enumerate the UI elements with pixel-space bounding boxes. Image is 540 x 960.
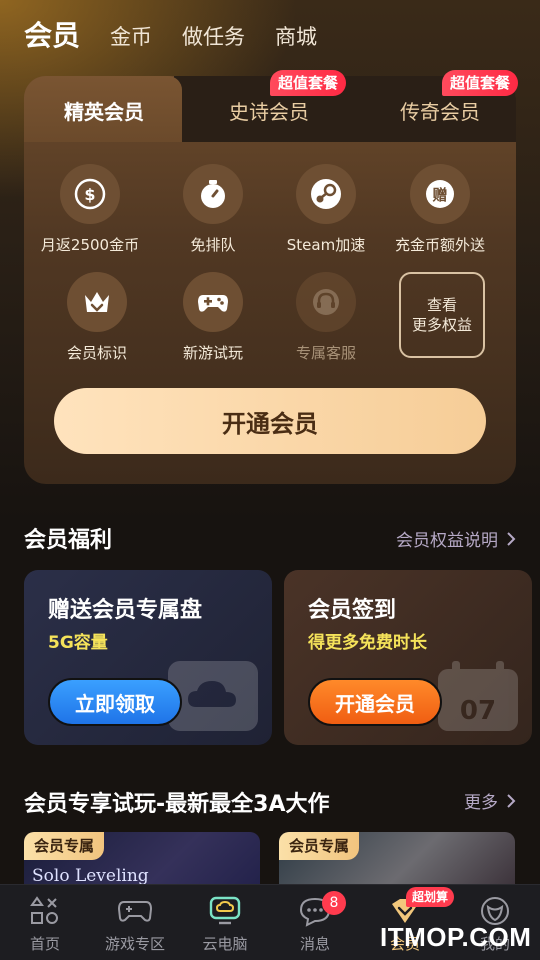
benefits-explanation-link[interactable]: 会员权益说明: [396, 526, 516, 551]
claim-now-button[interactable]: 立即领取: [48, 678, 182, 726]
watermark-text: ITMOP.COM: [380, 922, 532, 952]
membership-card: 精英会员 史诗会员 传奇会员 $ 月返2500金币 免排队 Steam加速 赠: [24, 76, 516, 484]
open-membership-button[interactable]: 开通会员: [54, 388, 486, 454]
member-exclusive-tag: 会员专属: [24, 832, 105, 860]
svg-text:07: 07: [460, 696, 496, 726]
benefit-bonus-coins[interactable]: 赠 充金币额外送: [382, 164, 498, 255]
gamepad-icon: [183, 272, 243, 332]
headset-icon: [296, 272, 356, 332]
nav-games[interactable]: 游戏专区: [90, 893, 180, 954]
crown-icon: [67, 272, 127, 332]
cloud-icon: [168, 661, 258, 731]
stopwatch-icon: [183, 164, 243, 224]
steam-icon: [296, 164, 356, 224]
nav-home[interactable]: 首页: [0, 893, 90, 954]
welfare-card-disk: 赠送会员专属盘 5G容量 立即领取: [24, 570, 272, 745]
gamepad-icon: [90, 893, 180, 929]
more-games-link[interactable]: 更多: [464, 788, 516, 813]
trial-title: 会员专享试玩-最新最全3A大作: [24, 792, 330, 817]
gift-coin-icon: 赠: [410, 164, 470, 224]
chat-icon: [270, 893, 360, 929]
message-count-badge: 8: [322, 891, 346, 915]
svg-text:赠: 赠: [432, 186, 447, 204]
top-tab-coins[interactable]: 金币: [110, 21, 152, 54]
benefit-monthly-coins[interactable]: $ 月返2500金币: [32, 164, 148, 255]
welfare-card-title: 会员签到: [308, 598, 397, 623]
nav-messages[interactable]: 8 消息: [270, 891, 360, 954]
welfare-card-subtitle: 得更多免费时长: [308, 633, 427, 653]
more-benefits-button[interactable]: 查看 更多权益: [399, 272, 485, 358]
chevron-right-icon: [507, 793, 516, 808]
deal-badge: 超划算: [406, 887, 455, 907]
benefit-member-badge[interactable]: 会员标识: [39, 272, 155, 363]
open-membership-checkin-button[interactable]: 开通会员: [308, 678, 442, 726]
welfare-card-subtitle: 5G容量: [48, 633, 108, 653]
game-card-2[interactable]: 会员专属: [279, 832, 515, 892]
tab-epic[interactable]: 史诗会员: [229, 96, 309, 125]
welfare-title: 会员福利: [24, 528, 113, 553]
welfare-card-title: 赠送会员专属盘: [48, 598, 203, 623]
nav-cloud-pc[interactable]: 云电脑: [180, 893, 270, 954]
benefit-exclusive-support[interactable]: 专属客服: [268, 272, 384, 363]
svg-text:$: $: [84, 185, 95, 204]
tab-legend[interactable]: 传奇会员: [400, 96, 480, 125]
top-tab-member[interactable]: 会员: [24, 14, 80, 54]
game-title: Solo Leveling: [32, 866, 149, 886]
welfare-card-checkin: 会员签到 得更多免费时长 07 开通会员: [284, 570, 532, 745]
tab-elite[interactable]: 精英会员: [64, 96, 144, 125]
cloud-pc-icon: [180, 893, 270, 929]
top-tab-store[interactable]: 商城: [275, 21, 317, 54]
tab-badge-epic: 超值套餐: [270, 70, 347, 96]
home-shapes-icon: [0, 893, 90, 929]
benefit-steam-boost[interactable]: Steam加速: [268, 164, 384, 255]
coin-icon: $: [60, 164, 120, 224]
tab-badge-legend: 超值套餐: [442, 70, 519, 96]
top-tab-tasks[interactable]: 做任务: [182, 21, 245, 54]
calendar-icon: 07: [438, 661, 518, 731]
benefit-no-queue[interactable]: 免排队: [155, 164, 271, 255]
chevron-right-icon: [507, 531, 516, 546]
top-nav: 会员 金币 做任务 商城: [24, 14, 317, 54]
benefit-new-game-trial[interactable]: 新游试玩: [155, 272, 271, 363]
member-exclusive-tag: 会员专属: [279, 832, 360, 860]
game-card-solo-leveling[interactable]: 会员专属 Solo Leveling: [24, 832, 260, 892]
